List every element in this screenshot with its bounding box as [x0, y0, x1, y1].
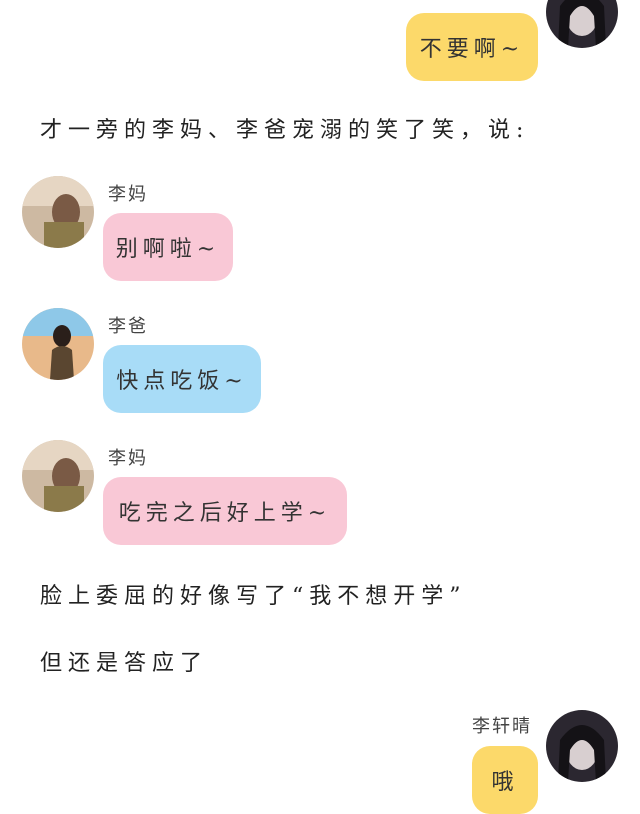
avatar-mom[interactable]	[22, 176, 94, 248]
avatar-girl-right-bottom[interactable]	[546, 710, 618, 782]
message-bubble-blue[interactable]: 快点吃饭~	[103, 345, 261, 413]
message-text: 别啊啦~	[115, 237, 221, 262]
message-bubble-yellow[interactable]: 不要啊~	[406, 13, 538, 81]
message-text: 吃完之后好上学~	[118, 501, 332, 526]
avatar-dad[interactable]	[22, 308, 94, 380]
message-text: 快点吃饭~	[116, 369, 248, 394]
message-bubble-pink[interactable]: 别啊啦~	[103, 213, 233, 281]
narration-line: 但还是答应了	[40, 651, 209, 676]
message-bubble-pink[interactable]: 吃完之后好上学~	[103, 477, 347, 545]
narration-line: 脸上委屈的好像写了“我不想开学”	[40, 584, 467, 609]
sender-name: 李爸	[108, 316, 148, 337]
sender-name: 李轩晴	[472, 716, 532, 737]
message-bubble-yellow[interactable]: 哦	[472, 746, 538, 814]
message-text: 哦	[491, 770, 519, 795]
avatar-girl-right-top[interactable]	[546, 0, 618, 48]
sender-name: 李妈	[108, 184, 148, 205]
sender-name: 李妈	[108, 448, 148, 469]
message-text: 不要啊~	[419, 37, 525, 62]
avatar-mom[interactable]	[22, 440, 94, 512]
narration-line: 才一旁的李妈、李爸宠溺的笑了笑，说:	[40, 118, 530, 143]
